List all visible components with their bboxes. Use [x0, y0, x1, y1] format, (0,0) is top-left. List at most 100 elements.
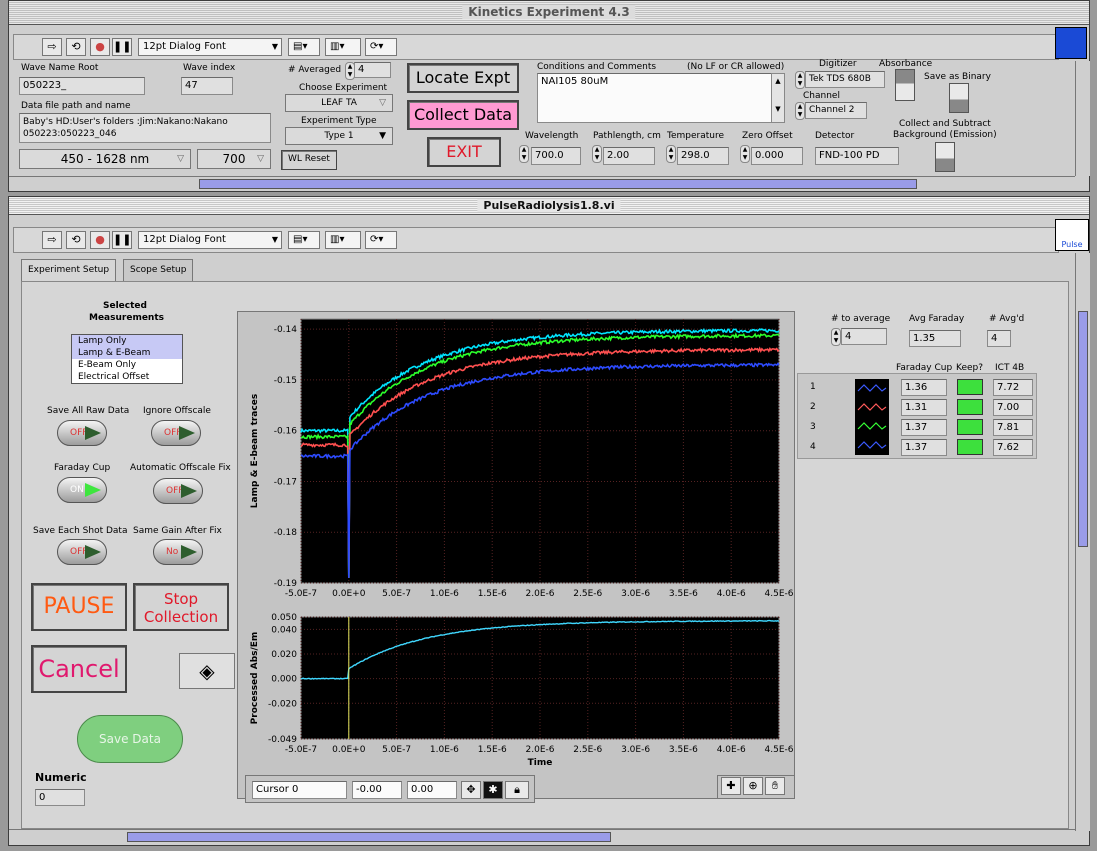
cursor-y-field[interactable]: 0.00 — [407, 781, 457, 799]
save-binary-switch[interactable] — [949, 83, 969, 113]
range-value-ring[interactable]: 700 ▽ — [197, 149, 271, 169]
vi-horizontal-scrollbar[interactable] — [9, 829, 1075, 843]
faraday-cup-value: 1.37 — [901, 439, 947, 456]
averaged-field[interactable]: 4 — [354, 62, 391, 78]
x-tick-label: -5.0E-7 — [285, 745, 317, 755]
wavelength-field[interactable]: 700.0 — [531, 147, 581, 165]
run-arrow-icon[interactable]: ⇨ — [42, 38, 62, 56]
wl-reset-button[interactable]: WL Reset — [281, 150, 337, 170]
absorbance-switch[interactable] — [895, 69, 915, 101]
crosshair-tool-icon[interactable]: ✚ — [721, 777, 741, 795]
range-ring[interactable]: 450 - 1628 nm ▽ — [19, 149, 191, 169]
wave-index-field[interactable]: 47 — [181, 77, 233, 95]
locate-expt-button[interactable]: Locate Expt — [407, 63, 519, 93]
choose-experiment-ring[interactable]: LEAF TA ▽ — [285, 94, 393, 112]
keep-indicator[interactable] — [957, 439, 983, 455]
lamp-ebeam-chart[interactable]: -5.0E-7 0.0E+0 5.0E-7 1.0E-6 1.5E-6 2.0E-6 2.5… — [237, 311, 795, 611]
top-scroll-thumb[interactable] — [199, 179, 917, 189]
exit-button[interactable]: EXIT — [427, 137, 501, 167]
to-average-label: # to average — [831, 314, 891, 324]
processed-chart[interactable]: -5.0E-7 0.0E+0 5.0E-7 1.0E-6 1.5E-6 2.0E-6 2.5… — [237, 611, 795, 773]
channel-spinner[interactable]: ▲ ▼ — [795, 102, 805, 120]
detector-field[interactable]: FND-100 PD — [815, 147, 899, 165]
abort-icon[interactable]: ● — [90, 231, 110, 249]
vi-titlebar[interactable]: PulseRadiolysis1.8.vi — [9, 197, 1089, 215]
align-dropdown[interactable]: ▤▾ — [288, 38, 320, 56]
font-dropdown[interactable]: 12pt Dialog Font ▼ — [138, 231, 282, 249]
diamond-icon[interactable]: ◈ — [179, 653, 235, 689]
collect-data-button[interactable]: Collect Data — [407, 100, 519, 130]
stop-collection-button[interactable]: Stop Collection — [133, 583, 229, 631]
cancel-button[interactable]: Cancel — [31, 645, 127, 693]
collection-label: Collection — [143, 608, 219, 626]
toggle-knob-icon — [85, 426, 101, 440]
pathlength-spinner[interactable]: ▲ ▼ — [592, 145, 602, 163]
faraday-cup-column-header: Faraday Cup — [896, 363, 953, 373]
conditions-scrollbar[interactable]: ▲ ▼ — [771, 73, 785, 123]
top-horizontal-scrollbar[interactable] — [9, 176, 1075, 190]
reorder-dropdown[interactable]: ⟳▾ — [365, 38, 397, 56]
lock-icon[interactable]: 🔒︎ — [505, 781, 529, 799]
zero-offset-spinner[interactable]: ▲ ▼ — [740, 145, 750, 163]
same-gain-toggle[interactable]: No — [153, 539, 203, 565]
tab-experiment-setup[interactable]: Experiment Setup — [21, 259, 117, 281]
pan-hand-icon[interactable]: ✋︎ — [765, 777, 785, 795]
conditions-note: (No LF or CR allowed) — [687, 62, 785, 72]
zoom-tool-icon[interactable]: ⊕ — [743, 777, 763, 795]
wavelength-spinner[interactable]: ▲ ▼ — [519, 145, 529, 163]
align-dropdown[interactable]: ▤▾ — [288, 231, 320, 249]
keep-indicator[interactable] — [957, 399, 983, 415]
distribute-dropdown[interactable]: ▥▾ — [325, 231, 361, 249]
to-average-field[interactable]: 4 — [841, 328, 887, 345]
keep-indicator[interactable] — [957, 419, 983, 435]
save-all-raw-toggle[interactable]: OFF — [57, 420, 107, 446]
list-item[interactable]: Electrical Offset — [72, 371, 182, 383]
vi-vertical-scrollbar[interactable] — [1075, 253, 1090, 831]
avgd-label: # Avg'd — [989, 314, 1025, 324]
run-continuous-icon[interactable]: ⟲ — [66, 38, 86, 56]
vi-scroll-thumb[interactable] — [1078, 311, 1088, 547]
font-dropdown[interactable]: 12pt Dialog Font ▼ — [138, 38, 282, 56]
reorder-dropdown[interactable]: ⟳▾ — [365, 231, 397, 249]
cursor-name-field[interactable]: Cursor 0 — [252, 781, 347, 799]
wave-name-root-field[interactable]: 050223_ — [19, 77, 145, 95]
top-vertical-scrollbar[interactable] — [1075, 61, 1090, 176]
run-continuous-icon[interactable]: ⟲ — [66, 231, 86, 249]
pathlength-field[interactable]: 2.00 — [603, 147, 655, 165]
keep-indicator[interactable] — [957, 379, 983, 395]
distribute-dropdown[interactable]: ▥▾ — [325, 38, 361, 56]
digitizer-spinner[interactable]: ▲ ▼ — [795, 71, 805, 89]
temperature-field[interactable]: 298.0 — [677, 147, 729, 165]
faraday-cup-toggle[interactable]: ON — [57, 477, 107, 503]
vi-scroll-thumb-h[interactable] — [127, 832, 611, 842]
cursor-style-icon[interactable]: ✱ — [483, 781, 503, 799]
ignore-offscale-toggle[interactable]: OFF — [151, 420, 201, 446]
save-data-button[interactable]: Save Data — [77, 715, 183, 763]
file-path-field[interactable]: Baby's HD:User's folders :Jim:Nakano:Nak… — [19, 113, 271, 143]
kinetics-titlebar[interactable]: Kinetics Experiment 4.3 — [9, 1, 1089, 25]
list-item[interactable]: Lamp Only — [72, 335, 182, 347]
auto-offscale-toggle[interactable]: OFF — [153, 478, 203, 504]
pause-icon[interactable]: ❚❚ — [112, 231, 132, 249]
temperature-spinner[interactable]: ▲ ▼ — [666, 145, 676, 163]
cursor-move-icon[interactable]: ✥ — [461, 781, 481, 799]
zero-offset-field[interactable]: 0.000 — [751, 147, 803, 165]
collect-subtract-switch[interactable] — [935, 142, 955, 172]
numeric-field[interactable]: 0 — [35, 789, 85, 806]
y-tick-label: 0.020 — [271, 650, 297, 660]
save-each-shot-toggle[interactable]: OFF — [57, 539, 107, 565]
pause-button[interactable]: PAUSE — [31, 583, 127, 631]
conditions-field[interactable]: NAI105 80uM — [537, 73, 773, 123]
pause-icon[interactable]: ❚❚ — [112, 38, 132, 56]
channel-field[interactable]: Channel 2 — [805, 102, 867, 119]
abort-icon[interactable]: ● — [90, 38, 110, 56]
digitizer-field[interactable]: Tek TDS 680B — [805, 71, 885, 88]
measurements-listbox[interactable]: Lamp Only Lamp & E-Beam E-Beam Only Elec… — [71, 334, 183, 384]
tab-scope-setup[interactable]: Scope Setup — [123, 259, 194, 281]
list-item[interactable]: E-Beam Only — [72, 359, 182, 371]
list-item[interactable]: Lamp & E-Beam — [72, 347, 182, 359]
run-arrow-icon[interactable]: ⇨ — [42, 231, 62, 249]
to-average-spinner[interactable]: ▲ ▼ — [831, 328, 841, 346]
experiment-type-ring[interactable]: Type 1 ▼ — [285, 127, 393, 145]
cursor-x-field[interactable]: -0.00 — [352, 781, 402, 799]
